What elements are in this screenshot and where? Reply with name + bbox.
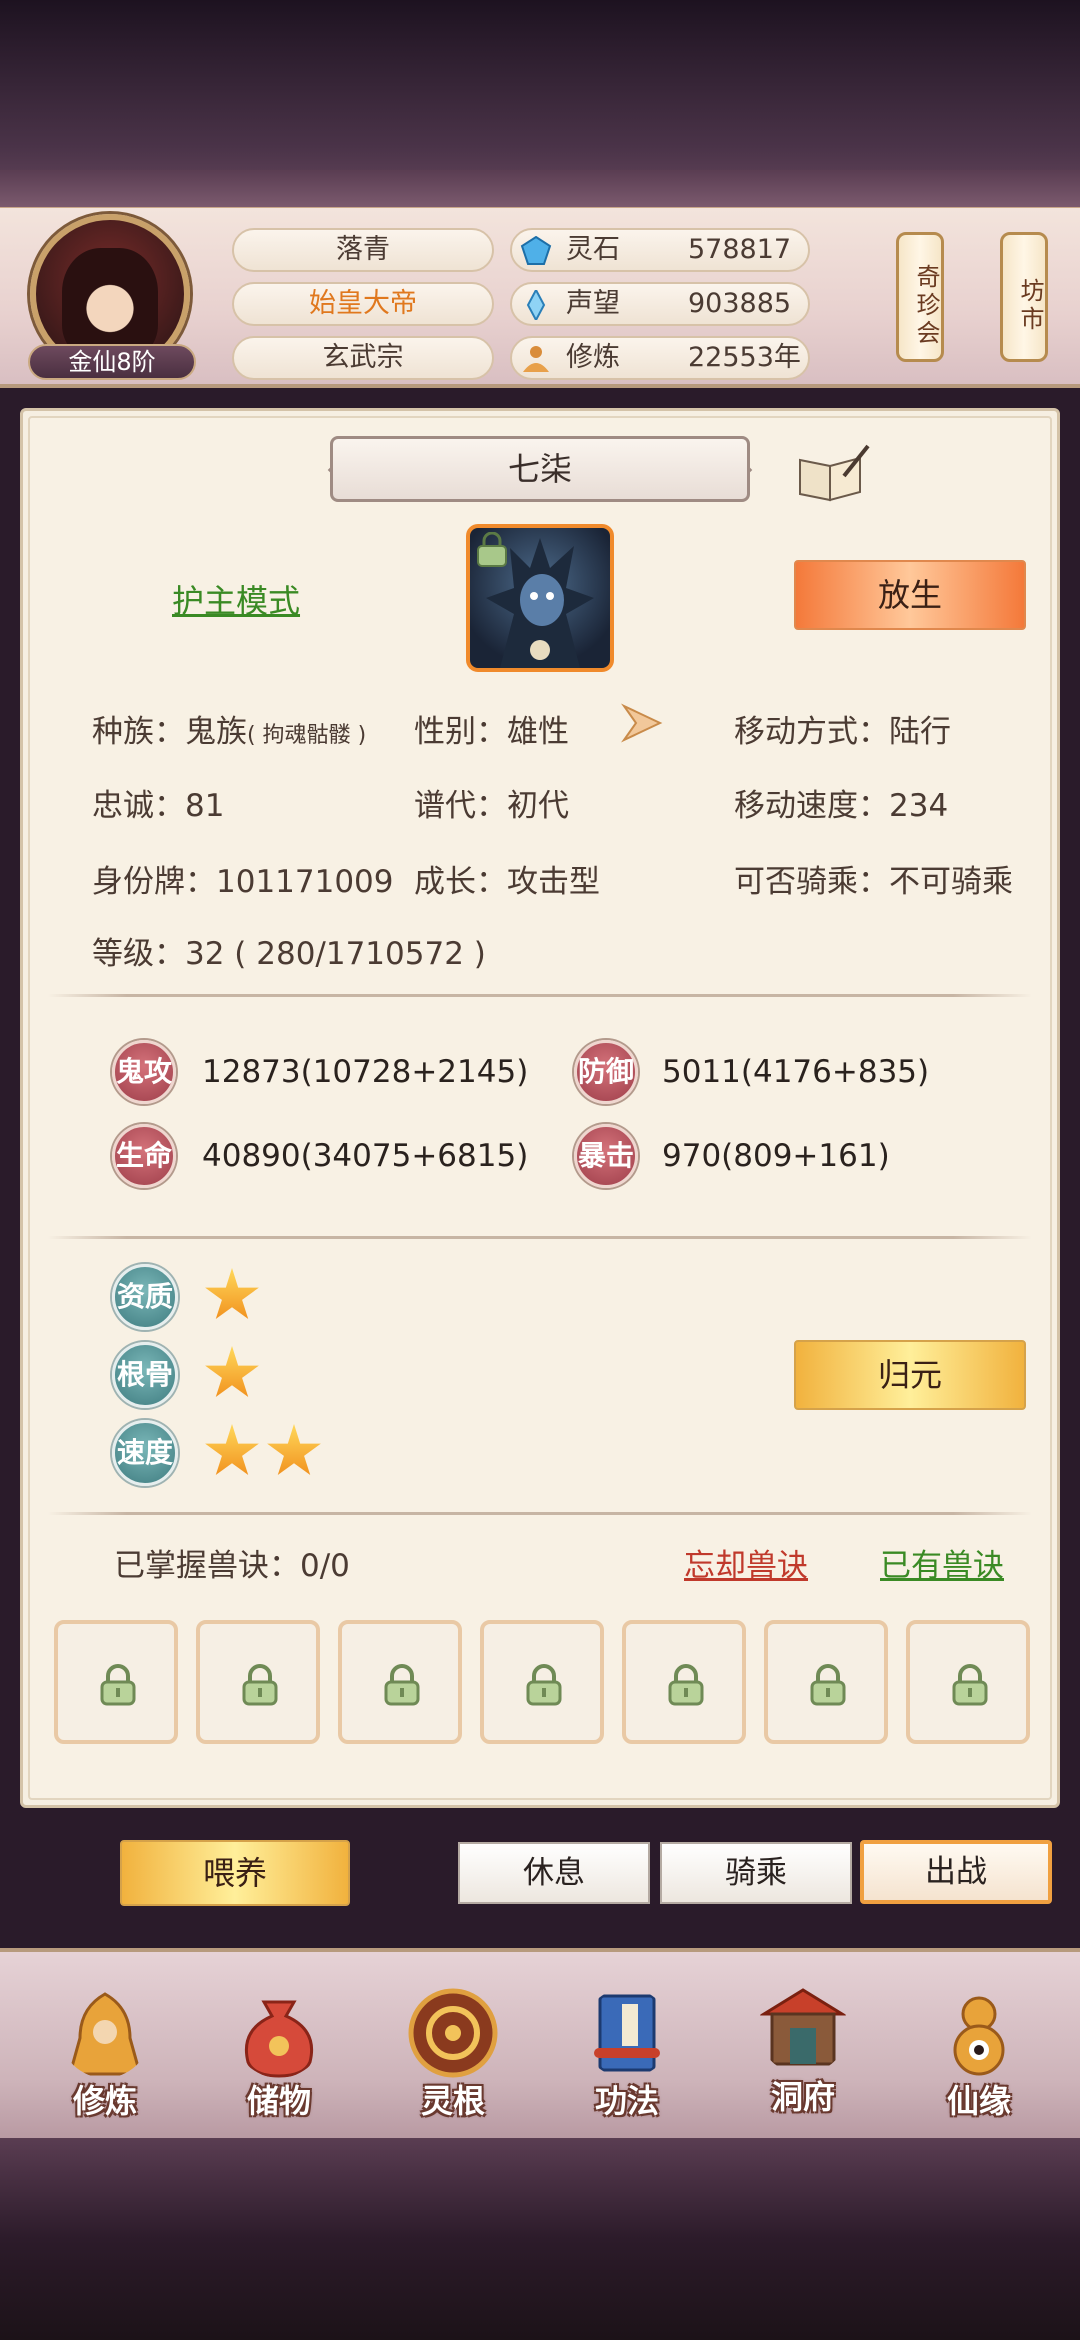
pet-lock-icon xyxy=(477,532,507,567)
divider xyxy=(48,1236,1032,1239)
avatar-portrait xyxy=(62,248,158,358)
lock-icon xyxy=(952,1664,988,1706)
race-attr: 种族：鬼族( 拘魂骷髅 ) xyxy=(92,714,367,750)
bone-badge: 根骨 xyxy=(112,1342,178,1408)
spirit-stone-icon xyxy=(520,236,552,265)
ghost-attack-value: 12873(10728+2145) xyxy=(202,1054,529,1090)
defense-value: 5011(4176+835) xyxy=(662,1054,930,1090)
pet-name-plate[interactable]: 七柒 xyxy=(330,436,750,502)
lock-icon xyxy=(526,1664,562,1706)
speed-badge: 速度 xyxy=(112,1420,178,1486)
divider xyxy=(48,1512,1032,1515)
owned-skills-link[interactable]: 已有兽诀 xyxy=(880,1540,1004,1585)
life-badge: 生命 xyxy=(112,1124,176,1188)
market-tab[interactable]: 坊市 xyxy=(1000,232,1048,362)
pet-portrait[interactable] xyxy=(466,524,614,672)
return-origin-button[interactable]: 归元 xyxy=(794,1340,1026,1410)
rest-button[interactable]: 休息 xyxy=(458,1842,650,1904)
move-speed-attr: 移动速度：234 xyxy=(734,788,949,824)
treasure-fair-tab[interactable]: 奇珍会 xyxy=(896,232,944,362)
skill-slot[interactable] xyxy=(480,1620,604,1744)
player-name: 落青 xyxy=(232,228,494,272)
sortie-button[interactable]: 出战 xyxy=(860,1840,1052,1904)
skill-slot[interactable] xyxy=(764,1620,888,1744)
nav-spirit-root[interactable]: 灵根 xyxy=(378,1958,528,2138)
player-title: 始皇大帝 xyxy=(232,282,494,326)
rideable-attr: 可否骑乘：不可骑乘 xyxy=(734,864,1013,900)
skill-slot[interactable] xyxy=(906,1620,1030,1744)
skill-slot[interactable] xyxy=(622,1620,746,1744)
protect-mode-link[interactable]: 护主模式 xyxy=(172,576,300,622)
lock-icon xyxy=(668,1664,704,1706)
gender-attr: 性别：雄性 xyxy=(414,714,569,750)
ride-button[interactable]: 骑乘 xyxy=(660,1842,852,1904)
player-sect: 玄武宗 xyxy=(232,336,494,380)
generation-attr: 谱代：初代 xyxy=(414,788,569,824)
storage-bag-icon xyxy=(245,2000,313,2078)
lock-icon xyxy=(242,1664,278,1706)
life-value: 40890(34075+6815) xyxy=(202,1138,529,1174)
skills-mastered-label: 已掌握兽诀：0/0 xyxy=(114,1548,350,1584)
rank-badge: 金仙8阶 xyxy=(28,344,196,380)
cave-mansion-icon xyxy=(758,1988,848,2066)
skill-slot[interactable] xyxy=(54,1620,178,1744)
id-tag-attr: 身份牌：101171009 xyxy=(92,864,394,900)
spirit-root-icon xyxy=(408,1988,498,2078)
level-attr: 等级：32 ( 280/1710572 ) xyxy=(92,936,486,972)
prestige-stat: 声望 903885 xyxy=(510,282,810,326)
nav-technique[interactable]: 功法 xyxy=(552,1958,702,2138)
spirit-stone-stat: 灵石 578817 xyxy=(510,228,810,272)
aptitude-badge: 资质 xyxy=(112,1264,178,1330)
release-button[interactable]: 放生 xyxy=(794,560,1026,630)
lock-icon xyxy=(384,1664,420,1706)
move-type-attr: 移动方式：陆行 xyxy=(734,714,951,750)
skill-slot[interactable] xyxy=(338,1620,462,1744)
gender-switch-arrow-icon[interactable] xyxy=(620,700,664,746)
loyalty-attr: 忠诚：81 xyxy=(92,788,225,824)
skill-slot[interactable] xyxy=(196,1620,320,1744)
technique-book-icon xyxy=(594,1994,660,2072)
cultivation-monk-icon xyxy=(68,1992,142,2076)
defense-badge: 防御 xyxy=(574,1040,638,1104)
forget-skill-link[interactable]: 忘却兽诀 xyxy=(684,1540,808,1585)
ghost-attack-badge: 鬼攻 xyxy=(112,1040,176,1104)
rename-book-icon[interactable] xyxy=(796,444,870,502)
cultivation-stat: 修炼 22553年 xyxy=(510,336,810,380)
immortal-fate-gourd-icon xyxy=(953,1996,1005,2076)
bottom-decor-band xyxy=(0,2138,1080,2340)
nav-immortal-fate[interactable]: 仙缘 xyxy=(904,1958,1054,2138)
nav-storage[interactable]: 储物 xyxy=(204,1958,354,2138)
meditation-icon xyxy=(523,346,549,372)
lock-icon xyxy=(810,1664,846,1706)
nav-cave-mansion[interactable]: 洞府 xyxy=(728,1954,878,2134)
top-ornament xyxy=(0,170,1080,210)
divider xyxy=(48,994,1032,997)
crit-badge: 暴击 xyxy=(574,1124,638,1188)
crit-value: 970(809+161) xyxy=(662,1138,890,1174)
prestige-crystal-icon xyxy=(526,290,546,320)
lock-icon xyxy=(100,1664,136,1706)
feed-button[interactable]: 喂养 xyxy=(120,1840,350,1906)
growth-attr: 成长：攻击型 xyxy=(414,864,600,900)
nav-cultivation[interactable]: 修炼 xyxy=(30,1958,180,2138)
